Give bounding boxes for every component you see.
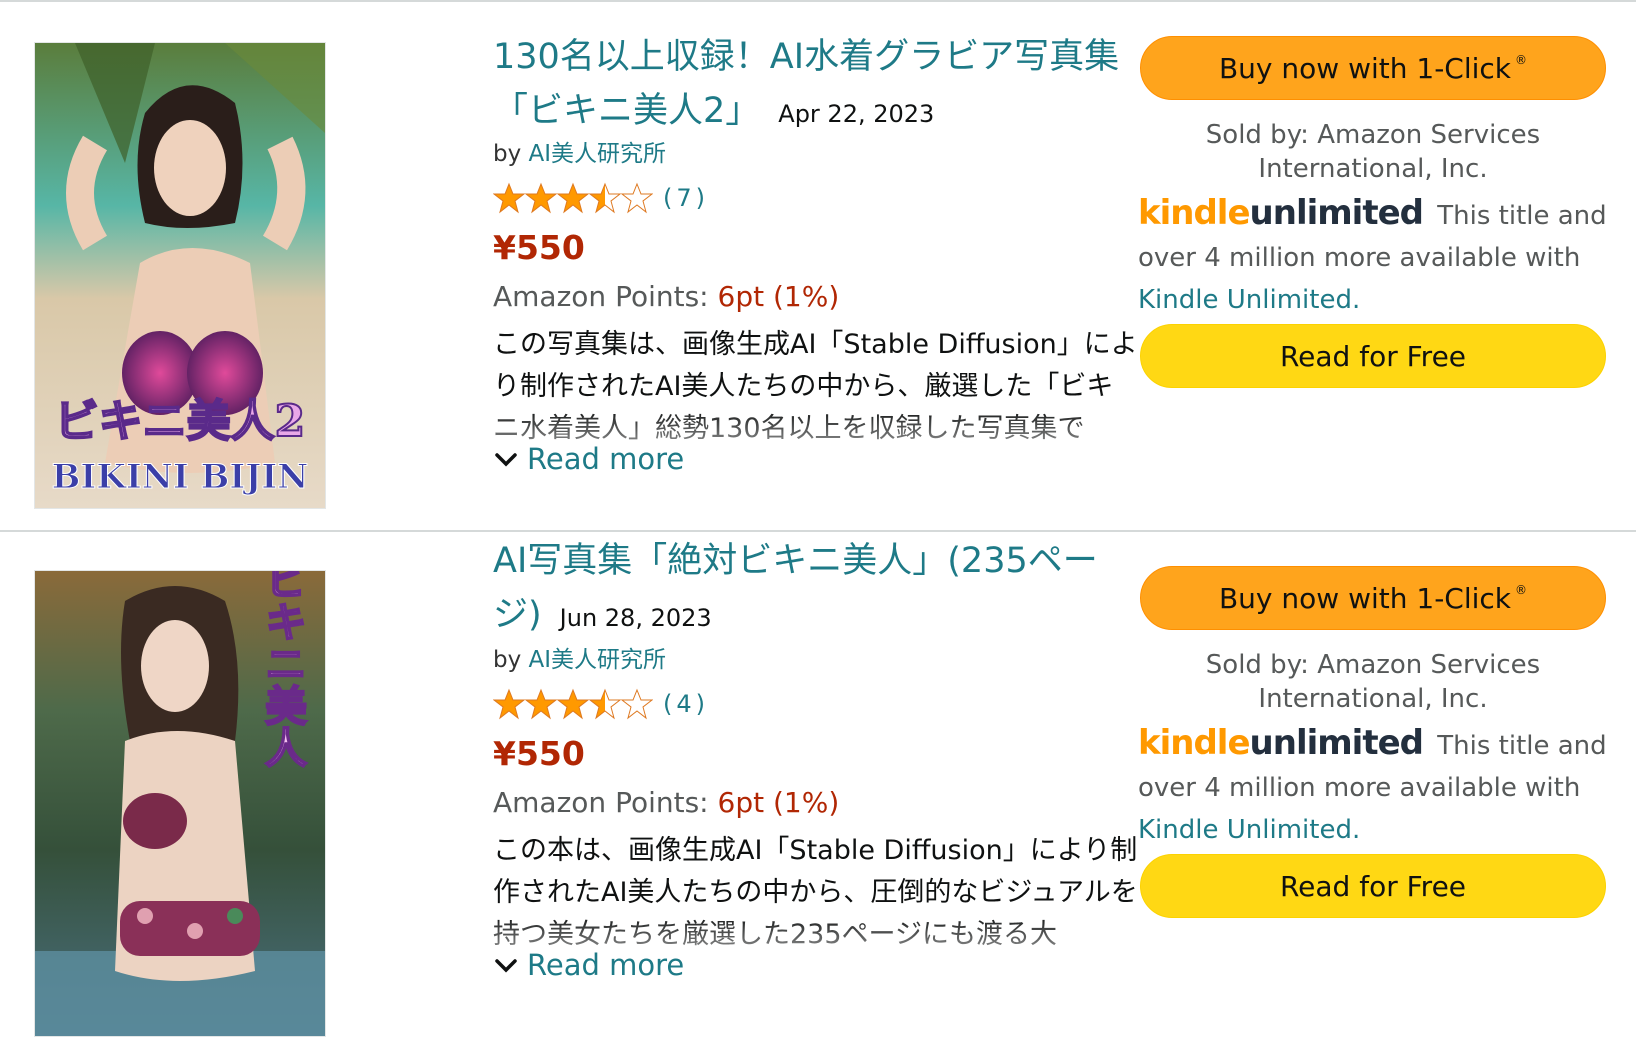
- cover-image: ビキニ美人2 BIKINI BIJIN: [35, 43, 325, 508]
- read-for-free-label: Read for Free: [1279, 869, 1467, 903]
- kindle-unlimited-link[interactable]: Kindle Unlimited.: [1138, 815, 1360, 845]
- kindle-unlimited-info: kindleunlimited This title and over 4 mi…: [1138, 722, 1618, 851]
- publication-date: Apr 22, 2023: [778, 100, 935, 128]
- by-prefix: by: [493, 141, 522, 167]
- by-prefix: by: [493, 647, 522, 673]
- points-value: 6pt: [717, 786, 765, 819]
- points-percent: (1%): [773, 280, 840, 313]
- product-title[interactable]: AI写真集「絶対ビキニ美人」(235ページ) Jun 28, 2023: [493, 534, 1133, 645]
- points-label: Amazon Points:: [493, 786, 709, 819]
- chevron-down-icon: [495, 453, 517, 467]
- points-percent: (1%): [773, 786, 840, 819]
- price: ¥550: [493, 228, 585, 267]
- buy-now-label: Buy now with 1-Click: [1218, 581, 1512, 615]
- stars-icon: [493, 183, 653, 213]
- book-cover[interactable]: ビキニ美人2 BIKINI BIJIN: [34, 42, 326, 509]
- kindle-unlimited-logo-unlimited: unlimited: [1249, 723, 1424, 763]
- kindle-unlimited-logo-unlimited: unlimited: [1249, 193, 1424, 233]
- chevron-down-icon: [495, 959, 517, 973]
- publication-date: Jun 28, 2023: [559, 604, 712, 632]
- buy-now-label: Buy now with 1-Click: [1218, 51, 1512, 85]
- kindle-unlimited-logo-kindle: kindle: [1138, 193, 1251, 233]
- buy-now-button[interactable]: Buy now with 1-Click ®: [1140, 36, 1606, 100]
- read-more-link[interactable]: Read more: [493, 948, 684, 982]
- read-for-free-button[interactable]: Read for Free: [1140, 854, 1606, 918]
- rating-count[interactable]: (7): [663, 184, 709, 212]
- buy-now-button[interactable]: Buy now with 1-Click ®: [1140, 566, 1606, 630]
- stars-icon: [493, 689, 653, 719]
- author-link[interactable]: AI美人研究所: [529, 141, 667, 167]
- product-title[interactable]: 130名以上収録！AI水着グラビア写真集「ビキニ美人2」 Apr 22, 2023: [493, 30, 1133, 141]
- star-rating[interactable]: (4): [493, 684, 709, 724]
- sold-by: Sold by: Amazon Services International, …: [1205, 120, 1541, 184]
- byline: by AI美人研究所: [493, 134, 666, 168]
- read-for-free-button[interactable]: Read for Free: [1140, 324, 1606, 388]
- cover-image: 絶対ビキニ美人: [35, 571, 325, 1036]
- byline: by AI美人研究所: [493, 640, 666, 674]
- read-more-link[interactable]: Read more: [493, 442, 684, 476]
- read-more-label[interactable]: Read more: [527, 442, 684, 476]
- points-value: 6pt: [717, 280, 765, 313]
- cover-subtitle-text: BIKINI BIJIN: [52, 457, 309, 497]
- registered-mark: ®: [1515, 53, 1528, 67]
- price: ¥550: [493, 734, 585, 773]
- star-rating[interactable]: (7): [493, 178, 709, 218]
- amazon-points: Amazon Points: 6pt (1%): [493, 280, 839, 313]
- amazon-points: Amazon Points: 6pt (1%): [493, 786, 839, 819]
- result-item: ビキニ美人2 BIKINI BIJIN 130名以上収録！AI水着グラビア写真集…: [0, 2, 1636, 522]
- kindle-unlimited-logo-kindle: kindle: [1138, 723, 1251, 763]
- cover-title-text: ビキニ美人2: [55, 396, 306, 447]
- read-for-free-label: Read for Free: [1279, 339, 1467, 373]
- registered-mark: ®: [1515, 583, 1528, 597]
- sold-by: Sold by: Amazon Services International, …: [1205, 650, 1541, 714]
- cover-title-text: 絶対ビキニ美人: [259, 571, 308, 768]
- book-cover[interactable]: 絶対ビキニ美人: [34, 570, 326, 1037]
- result-item: 絶対ビキニ美人 AI写真集「絶対ビキニ美人」(235ページ) Jun 28, 20…: [0, 532, 1636, 1052]
- read-more-label[interactable]: Read more: [527, 948, 684, 982]
- kindle-unlimited-info: kindleunlimited This title and over 4 mi…: [1138, 192, 1618, 321]
- points-label: Amazon Points:: [493, 280, 709, 313]
- author-link[interactable]: AI美人研究所: [529, 647, 667, 673]
- rating-count[interactable]: (4): [663, 690, 709, 718]
- kindle-unlimited-link[interactable]: Kindle Unlimited.: [1138, 285, 1360, 315]
